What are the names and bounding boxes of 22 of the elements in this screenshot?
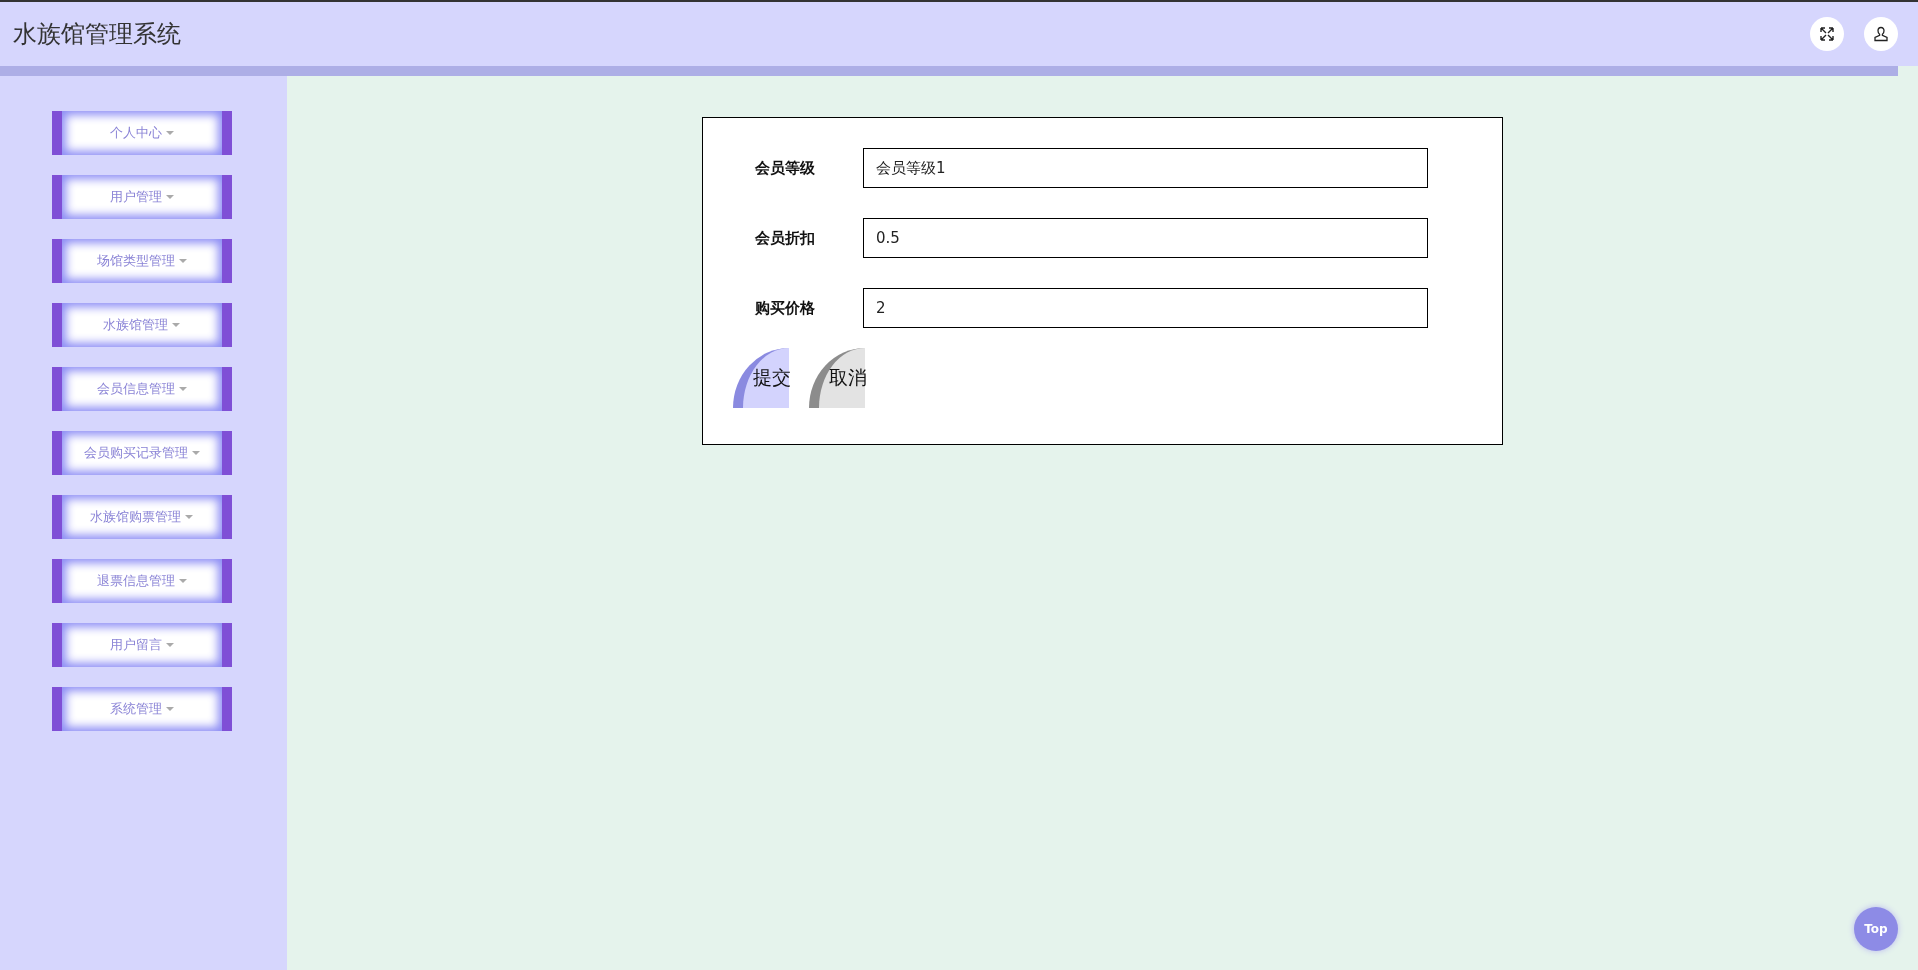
menu-item[interactable]: 水族馆管理 — [51, 303, 232, 347]
menu-item[interactable]: 用户管理 — [51, 175, 232, 219]
menu-item[interactable]: 场馆类型管理 — [51, 239, 232, 283]
fullscreen-icon[interactable] — [1810, 17, 1844, 51]
back-to-top-button[interactable]: Top — [1854, 907, 1898, 951]
menu-item[interactable]: 退票信息管理 — [51, 559, 232, 603]
menu-item[interactable]: 会员信息管理 — [51, 367, 232, 411]
app-title: 水族馆管理系统 — [13, 19, 181, 50]
user-icon[interactable] — [1864, 17, 1898, 51]
input-field[interactable]: 2 — [863, 288, 1428, 328]
field-label: 会员折扣 — [754, 228, 816, 248]
menu-item[interactable]: 会员购买记录管理 — [51, 431, 232, 475]
cancel-button[interactable]: 取消 — [809, 348, 865, 408]
input-field[interactable]: 0.5 — [863, 218, 1428, 258]
field-label: 会员等级 — [754, 158, 816, 178]
menu-item[interactable]: 用户留言 — [51, 623, 232, 667]
field-label: 购买价格 — [754, 298, 816, 318]
menu-item[interactable]: 系统管理 — [51, 687, 232, 731]
submit-button[interactable]: 提交 — [733, 348, 789, 408]
input-field[interactable]: 会员等级1 — [863, 148, 1428, 188]
menu-item[interactable]: 个人中心 — [51, 111, 232, 155]
menu-item[interactable]: 水族馆购票管理 — [51, 495, 232, 539]
